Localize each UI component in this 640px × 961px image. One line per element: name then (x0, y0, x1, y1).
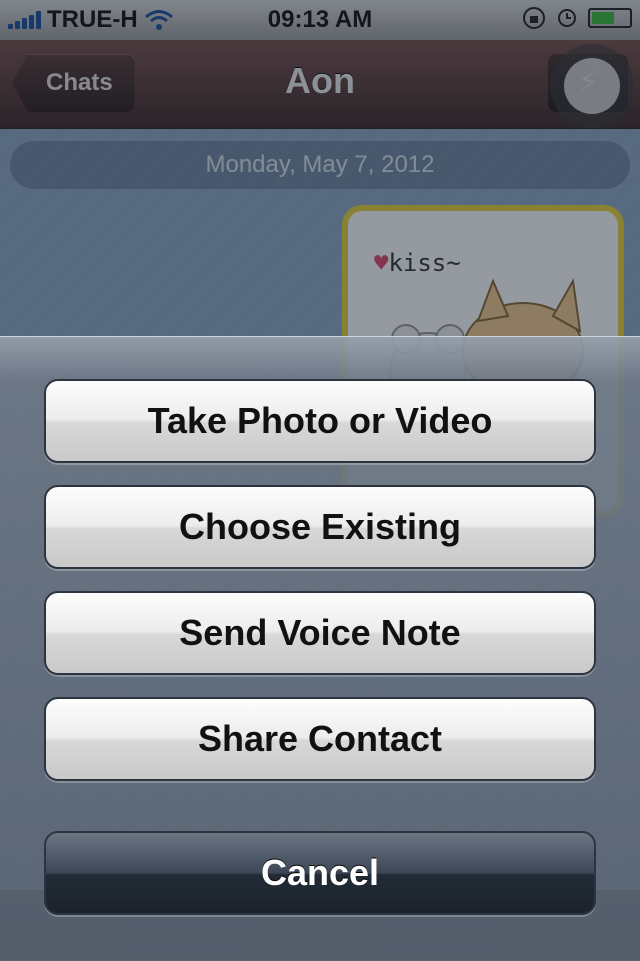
send-voice-note-button[interactable]: Send Voice Note (44, 591, 596, 675)
choose-existing-button[interactable]: Choose Existing (44, 485, 596, 569)
action-sheet: Take Photo or Video Choose Existing Send… (0, 336, 640, 961)
cancel-button[interactable]: Cancel (44, 831, 596, 915)
take-photo-button[interactable]: Take Photo or Video (44, 379, 596, 463)
share-contact-button[interactable]: Share Contact (44, 697, 596, 781)
